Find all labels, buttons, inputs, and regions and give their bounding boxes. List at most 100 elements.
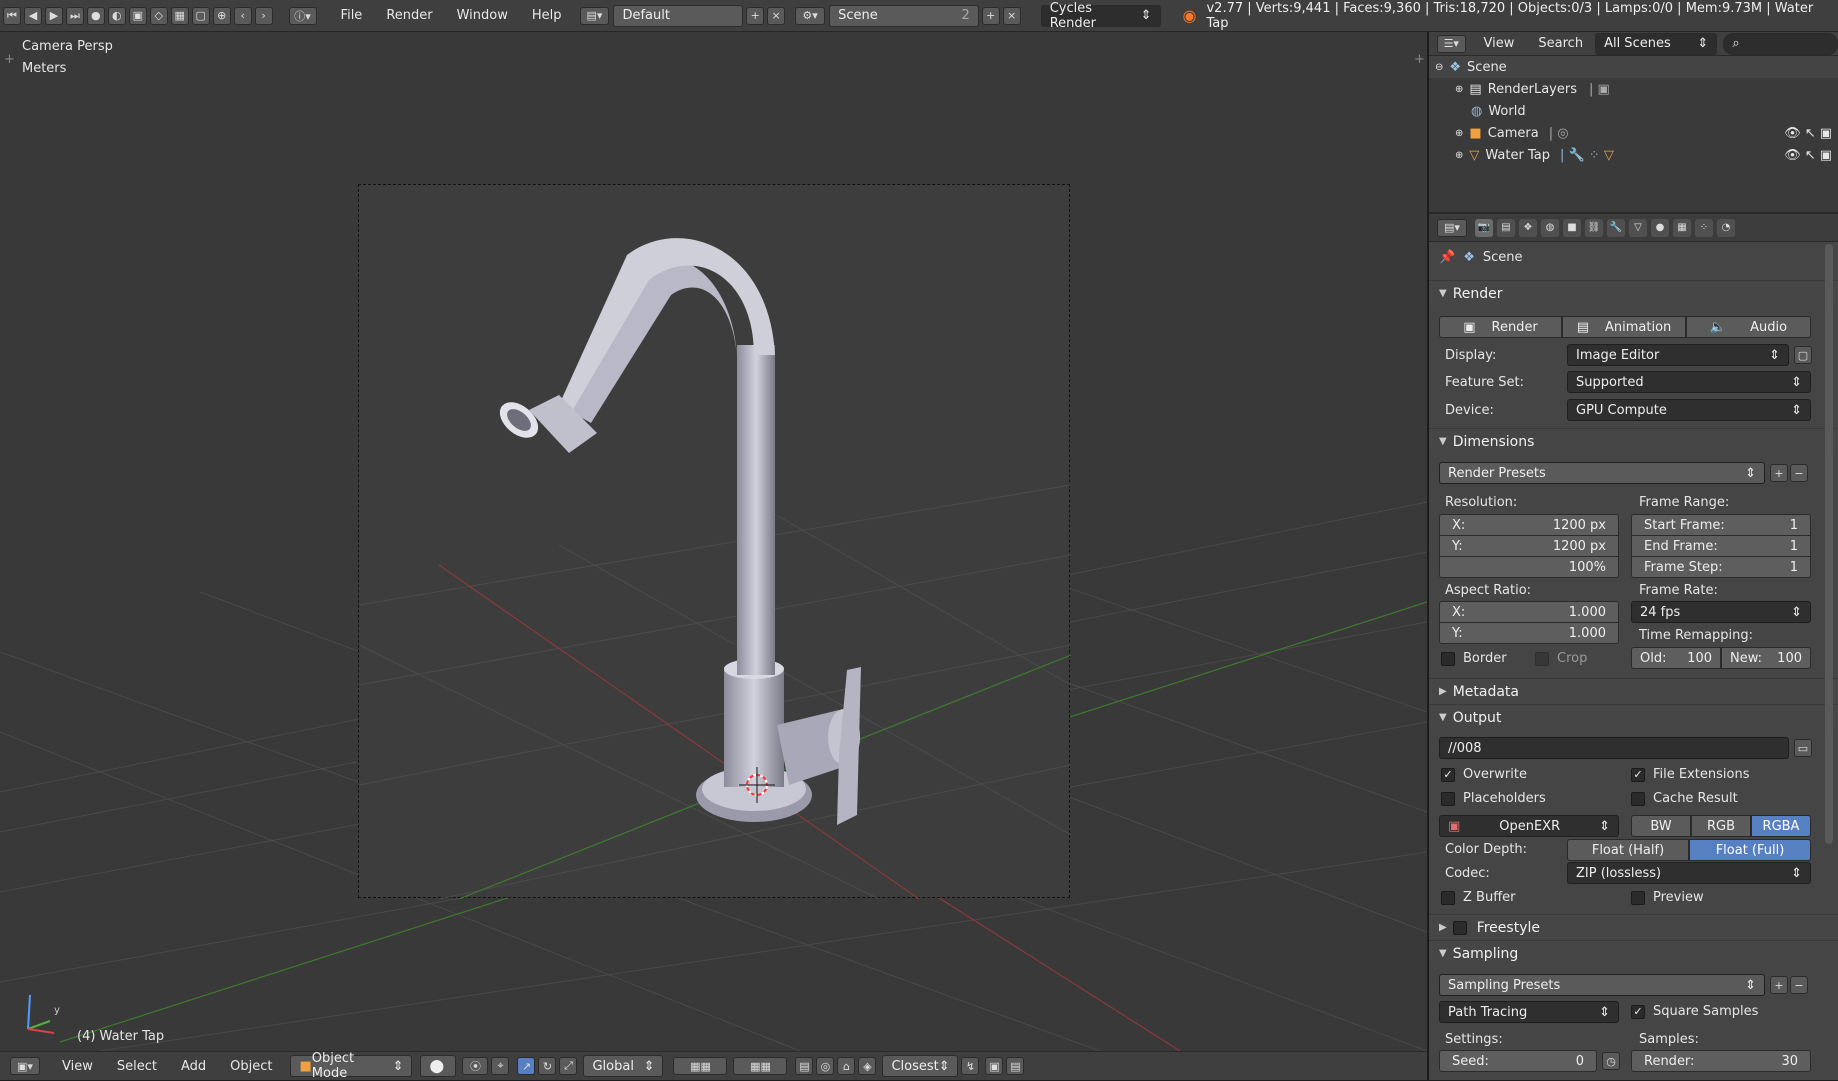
orientation-select[interactable]: Global ⇕ (583, 1055, 664, 1077)
start-frame-field[interactable]: Start Frame: 1 (1631, 514, 1811, 536)
aspect-y-field[interactable]: Y: 1.000 (1439, 622, 1619, 644)
outliner-menu-search[interactable]: Search (1526, 36, 1595, 51)
codec-select[interactable]: ZIP (lossless) ⇕ (1567, 862, 1811, 884)
sampling-presets-select[interactable]: Sampling Presets ⇕ (1439, 974, 1765, 996)
device-select[interactable]: GPU Compute ⇕ (1567, 399, 1811, 421)
layers-grid-icon[interactable]: ▦▦ (673, 1057, 728, 1075)
file-format-select[interactable]: ▣ OpenEXR ⇕ (1439, 815, 1619, 837)
tab-texture-icon[interactable]: ▦ (1673, 218, 1691, 237)
color-bw-button[interactable]: BW (1631, 815, 1691, 837)
align-rotation-icon[interactable]: ↯ (961, 1057, 980, 1075)
folder-icon[interactable]: ▭ (1794, 739, 1812, 757)
menu-render[interactable]: Render (374, 8, 444, 23)
tab-particles-icon[interactable]: ⁘ (1695, 218, 1713, 237)
tab-data-icon[interactable]: ▽ (1629, 218, 1647, 237)
remove-preset-icon[interactable]: − (1790, 464, 1808, 482)
next-icon[interactable]: › (254, 6, 273, 25)
freestyle-checkbox[interactable] (1452, 920, 1467, 935)
opengl-anim-icon[interactable]: ▤ (1006, 1057, 1025, 1075)
panel-freestyle-header[interactable]: ▶ Freestyle (1429, 914, 1838, 940)
panel-sampling-header[interactable]: ▼ Sampling (1429, 940, 1838, 966)
file-extensions-checkbox[interactable]: ✓ (1631, 768, 1645, 782)
color-rgba-button[interactable]: RGBA (1751, 815, 1811, 837)
collapse-icon[interactable]: ⊖ (1435, 62, 1443, 73)
layers-grid-2-icon[interactable]: ▦▦ (733, 1057, 788, 1075)
aspect-x-field[interactable]: X: 1.000 (1439, 601, 1619, 623)
pivot-icon[interactable]: ⦿ (462, 1057, 489, 1075)
shading-select[interactable]: ⬤ (420, 1055, 457, 1077)
outliner-row-water-tap[interactable]: ⊕ ▽ Water Tap | 🔧 ⁘ ▽ 👁 ↖ ▣ (1429, 144, 1838, 166)
select-arrow-icon[interactable]: ↖ (1805, 126, 1816, 141)
panel-output-header[interactable]: ▼ Output (1429, 704, 1838, 730)
resolution-y-field[interactable]: Y: 1200 px (1439, 535, 1619, 557)
menu-object[interactable]: Object (218, 1059, 284, 1074)
render-camera-icon[interactable]: ▣ (1820, 148, 1832, 163)
new-file-icon[interactable]: ▣ (128, 6, 147, 25)
placeholders-checkbox[interactable] (1441, 792, 1455, 806)
integrator-select[interactable]: Path Tracing ⇕ (1439, 1001, 1619, 1023)
crop-checkbox[interactable] (1535, 652, 1549, 666)
render-camera-icon[interactable]: ▣ (1820, 126, 1832, 141)
jump-end-icon[interactable]: ⏭ (65, 6, 84, 25)
outliner-row-camera[interactable]: ⊕ ■ Camera | ◎ 👁 ↖ ▣ (1429, 122, 1838, 144)
outliner-editor-icon[interactable]: ☰▾ (1437, 34, 1466, 53)
lock-interface-icon[interactable]: ▢ (1794, 346, 1812, 364)
resolution-x-field[interactable]: X: 1200 px (1439, 514, 1619, 536)
seed-field[interactable]: Seed: 0 (1439, 1050, 1597, 1072)
screen-layout-field[interactable]: Default (613, 4, 744, 27)
editor-type-icon[interactable]: ▣▾ (10, 1057, 40, 1075)
tab-modifiers-icon[interactable]: 🔧 (1607, 218, 1625, 237)
visibility-eye-icon[interactable]: 👁 (1784, 126, 1801, 141)
animation-button[interactable]: ▤ Animation (1562, 316, 1686, 338)
menu-window[interactable]: Window (445, 8, 520, 23)
snap-target-select[interactable]: Closest ⇕ (882, 1055, 959, 1077)
cache-result-checkbox[interactable] (1631, 792, 1645, 806)
time-new-field[interactable]: New: 100 (1721, 647, 1811, 669)
proportional-icon[interactable]: ◎ (816, 1057, 835, 1075)
render-samples-field[interactable]: Render: 30 (1631, 1050, 1811, 1072)
add-screen-icon[interactable]: + (746, 6, 765, 25)
toolshelf-plus-icon[interactable]: + (4, 52, 15, 67)
delete-screen-icon[interactable]: × (767, 6, 786, 25)
frame-rate-select[interactable]: 24 fps ⇕ (1631, 601, 1811, 623)
overwrite-checkbox[interactable]: ✓ (1441, 768, 1455, 782)
display-select[interactable]: Image Editor ⇕ (1567, 344, 1789, 366)
time-old-field[interactable]: Old: 100 (1631, 647, 1721, 669)
outliner-row-scene[interactable]: ⊖ ❖ Scene (1429, 56, 1838, 78)
properties-scrollbar[interactable] (1825, 244, 1833, 844)
outliner-search-input[interactable]: ⌕ (1723, 32, 1838, 55)
menu-help[interactable]: Help (520, 8, 574, 23)
menu-select[interactable]: Select (105, 1059, 169, 1074)
record-icon[interactable]: ● (86, 6, 105, 25)
preview-checkbox[interactable] (1631, 891, 1645, 905)
tab-physics-icon[interactable]: ◔ (1717, 218, 1735, 237)
expand-icon[interactable]: ⊕ (1455, 128, 1463, 139)
scene-selector-icon[interactable]: ⚙▾ (795, 6, 826, 25)
add-circle-icon[interactable]: ⊕ (212, 6, 231, 25)
square-samples-checkbox[interactable]: ✓ (1631, 1005, 1645, 1019)
properties-editor-icon[interactable]: ▤▾ (1437, 218, 1467, 237)
menu-file[interactable]: File (329, 8, 375, 23)
output-path-input[interactable]: //008 (1439, 737, 1789, 759)
render-presets-select[interactable]: Render Presets ⇕ (1439, 462, 1765, 484)
feature-set-select[interactable]: Supported ⇕ (1567, 371, 1811, 393)
manipulator-toggle-icon[interactable]: ⌖ (491, 1057, 510, 1075)
render-button[interactable]: ▣ Render (1439, 316, 1562, 338)
menu-add[interactable]: Add (169, 1059, 218, 1074)
audio-button[interactable]: 🔈 Audio (1686, 316, 1811, 338)
tab-renderlayers-icon[interactable]: ▤ (1497, 218, 1515, 237)
visibility-eye-icon[interactable]: 👁 (1784, 148, 1801, 163)
expand-icon[interactable]: ⊕ (1455, 150, 1463, 161)
color-rgb-button[interactable]: RGB (1691, 815, 1751, 837)
panel-metadata-header[interactable]: ▶ Metadata (1429, 678, 1838, 704)
tab-object-icon[interactable]: ■ (1563, 218, 1581, 237)
add-sampling-preset-icon[interactable]: + (1770, 976, 1788, 994)
resolution-percentage-field[interactable]: 100% (1439, 556, 1619, 578)
animated-seed-icon[interactable]: ◷ (1602, 1052, 1620, 1070)
water-tap-object[interactable] (358, 185, 1072, 900)
3d-viewport[interactable]: Camera Persp Meters + + y (4) Water Tap (0, 32, 1427, 1051)
play-icon[interactable]: ▶ (44, 6, 63, 25)
screen-layout-icon[interactable]: ▤▾ (579, 6, 610, 25)
tab-world-icon[interactable]: ◍ (1541, 218, 1559, 237)
tab-material-icon[interactable]: ● (1651, 218, 1669, 237)
